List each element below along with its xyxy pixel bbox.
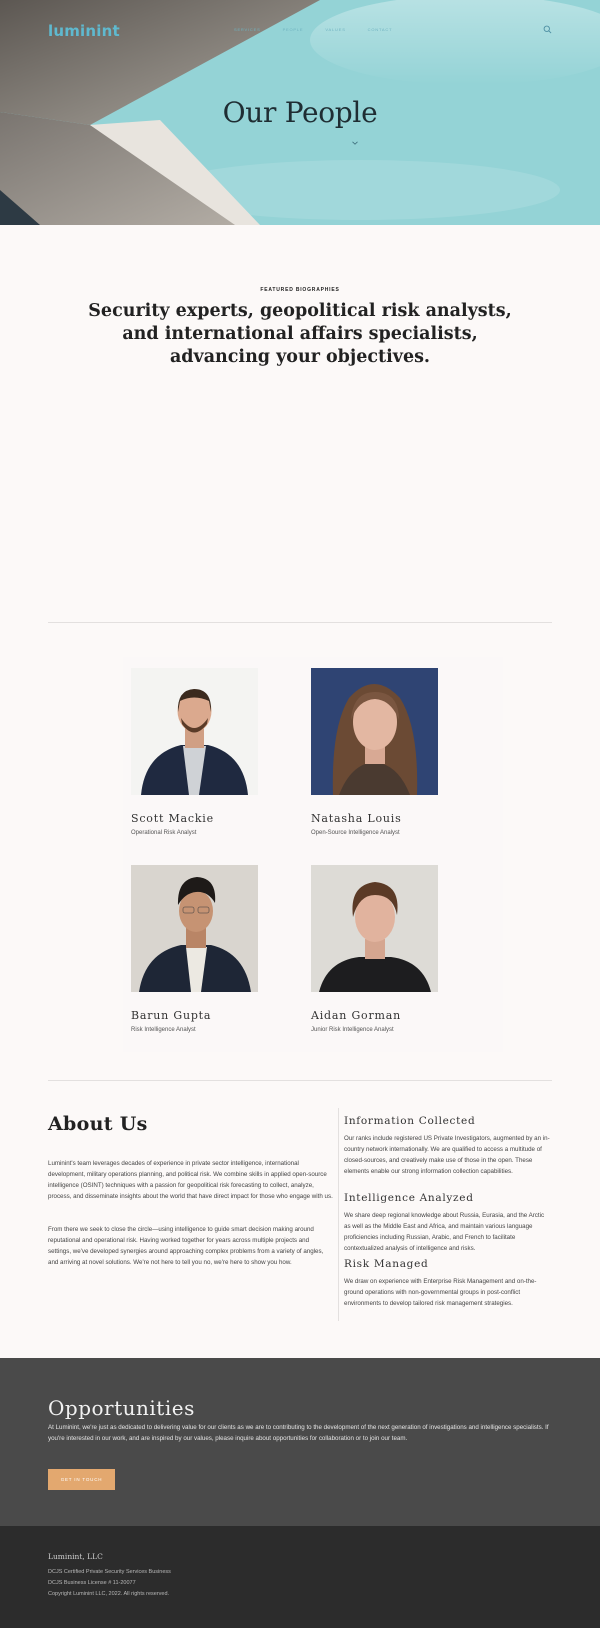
search-icon[interactable] (543, 25, 552, 34)
feature-text: Our ranks include registered US Private … (344, 1135, 550, 1175)
portrait-photo (311, 865, 438, 992)
team-card[interactable]: Natasha Louis Open-Source Intelligence A… (311, 668, 451, 836)
site-footer: Luminint, LLC DCJS Certified Private Sec… (0, 1526, 600, 1628)
team-member-name[interactable]: Natasha Louis (311, 812, 451, 825)
top-navigation: luminint Services People Values Contact (48, 22, 552, 40)
column-divider (338, 1108, 339, 1321)
team-member-role: Operational Risk Analyst (131, 830, 197, 836)
section-eyebrow: FEATURED BIOGRAPHIES (260, 287, 340, 293)
feature-title: Intelligence Analyzed (344, 1192, 474, 1204)
footer-line: Copyright Luminint LLC, 2022. All rights… (48, 1591, 170, 1597)
team-member-role: Junior Risk Intelligence Analyst (311, 1027, 394, 1033)
opportunities-section: Opportunities At Luminint, we're just as… (0, 1358, 600, 1526)
team-card[interactable]: Scott Mackie Operational Risk Analyst (131, 668, 271, 836)
feature-block: Risk Managed We draw on experience with … (344, 1258, 550, 1309)
scroll-down-chevron-icon[interactable] (352, 141, 358, 145)
hero-banner: luminint Services People Values Contact … (0, 0, 600, 225)
get-in-touch-button[interactable]: GET IN TOUCH (48, 1469, 115, 1490)
portrait-photo (131, 668, 258, 795)
feature-title: Information Collected (344, 1115, 476, 1127)
feature-block: Information Collected Our ranks include … (344, 1115, 550, 1177)
opportunities-text: At Luminint, we're just as dedicated to … (48, 1424, 549, 1442)
team-member-role: Open-Source Intelligence Analyst (311, 830, 400, 836)
section-divider (48, 622, 552, 623)
nav-link-services[interactable]: Services (234, 27, 261, 32)
feature-block: Intelligence Analyzed We share deep regi… (344, 1192, 550, 1254)
nav-menu: Services People Values Contact (234, 27, 392, 32)
team-card[interactable]: Barun Gupta Risk Intelligence Analyst (131, 865, 271, 1033)
feature-text: We draw on experience with Enterprise Ri… (344, 1278, 537, 1307)
team-grid: Scott Mackie Operational Risk Analyst Na… (123, 657, 503, 1052)
nav-link-contact[interactable]: Contact (368, 27, 393, 32)
about-title: About Us (48, 1113, 148, 1135)
about-paragraph: Luminint's team leverages decades of exp… (48, 1160, 333, 1200)
nav-link-people[interactable]: People (283, 27, 304, 32)
featured-lead-heading: Security experts, geopolitical risk anal… (88, 301, 512, 367)
feature-text: We share deep regional knowledge about R… (344, 1212, 545, 1252)
opportunities-title: Opportunities (48, 1396, 195, 1420)
footer-line: DCJS Business License # 11-20077 (48, 1580, 136, 1586)
portrait-photo (311, 668, 438, 795)
portrait-photo (131, 865, 258, 992)
feature-title: Risk Managed (344, 1258, 429, 1270)
team-member-name[interactable]: Scott Mackie (131, 812, 271, 825)
section-divider (48, 1080, 552, 1081)
footer-line: DCJS Certified Private Security Services… (48, 1569, 171, 1575)
team-member-name[interactable]: Aidan Gorman (311, 1009, 451, 1022)
about-paragraph: From there we seek to close the circle—u… (48, 1226, 324, 1266)
team-member-role: Risk Intelligence Analyst (131, 1027, 196, 1033)
team-card[interactable]: Aidan Gorman Junior Risk Intelligence An… (311, 865, 451, 1033)
footer-brand: Luminint, LLC (48, 1552, 103, 1561)
nav-link-values[interactable]: Values (325, 27, 345, 32)
page-title: Our People (222, 96, 378, 129)
team-member-name[interactable]: Barun Gupta (131, 1009, 271, 1022)
site-logo[interactable]: luminint (48, 22, 120, 40)
